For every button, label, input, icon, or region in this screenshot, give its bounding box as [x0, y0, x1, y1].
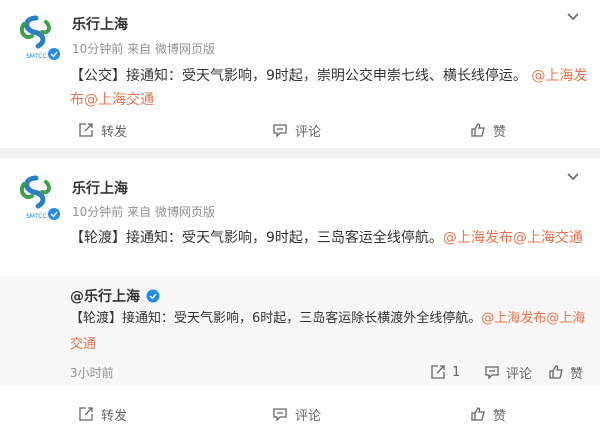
comment-icon — [485, 366, 499, 380]
chevron-down-icon[interactable] — [566, 170, 580, 184]
like-icon — [471, 407, 485, 421]
via-prefix: 来自 — [127, 205, 152, 219]
repost-button[interactable]: 转发 — [78, 120, 127, 140]
quoted-like-button[interactable]: 赞 — [548, 362, 583, 382]
comment-icon — [273, 408, 287, 422]
repost-icon — [79, 407, 93, 421]
quoted-like-label: 赞 — [570, 366, 584, 382]
via-prefix: 来自 — [127, 42, 152, 56]
quoted-author[interactable]: @乐行上海 — [70, 286, 160, 306]
avatar-text: SMTCC — [26, 53, 47, 60]
post-card: SMTCC 乐行上海 10分钟前 来自 微博网页版 【轮渡】接通知：受天气影响，… — [0, 158, 600, 428]
quoted-repost-count: 1 — [452, 364, 461, 380]
repost-icon — [79, 123, 93, 137]
verified-badge-icon — [146, 289, 160, 303]
chevron-down-icon[interactable] — [566, 10, 580, 24]
comment-button[interactable]: 评论 — [272, 120, 321, 140]
avatar[interactable]: SMTCC — [10, 10, 62, 62]
quoted-repost-button[interactable]: 1 — [430, 362, 460, 382]
via-source[interactable]: 微博网页版 — [155, 42, 215, 56]
post-card: SMTCC 乐行上海 10分钟前 来自 微博网页版 【公交】接通知：受天气影响，… — [0, 0, 600, 148]
like-label: 赞 — [493, 124, 507, 140]
post-meta: 10分钟前 来自 微博网页版 — [72, 40, 215, 57]
quoted-time[interactable]: 3小时前 — [70, 364, 114, 381]
quoted-author-name[interactable]: @乐行上海 — [70, 286, 140, 306]
repost-button[interactable]: 转发 — [78, 404, 127, 424]
post-text: 【轮渡】接通知：受天气影响，9时起，三岛客运全线停航。@上海发布@上海交通 — [70, 226, 588, 250]
verified-badge-icon — [48, 208, 60, 220]
verified-badge-icon — [48, 48, 60, 60]
quoted-comment-button[interactable]: 评论 — [484, 362, 532, 382]
avatar[interactable]: SMTCC — [10, 170, 62, 222]
avatar-text: SMTCC — [26, 213, 47, 220]
via-source[interactable]: 微博网页版 — [155, 205, 215, 219]
quoted-comment-label: 评论 — [506, 366, 533, 382]
like-button[interactable]: 赞 — [470, 120, 506, 140]
post-body: 【轮渡】接通知：受天气影响，9时起，三岛客运全线停航。 — [70, 230, 443, 246]
quoted-text: 【轮渡】接通知：受天气影响，6时起，三岛客运除长横渡外全线停航。@上海发布@上海… — [70, 306, 590, 358]
comment-icon — [273, 124, 287, 138]
comment-button[interactable]: 评论 — [272, 404, 321, 424]
post-body: 【公交】接通知：受天气影响，9时起，崇明公交申崇七线、横长线停运。 — [70, 68, 527, 84]
comment-label: 评论 — [295, 408, 322, 424]
post-meta: 10分钟前 来自 微博网页版 — [72, 203, 215, 220]
post-text: 【公交】接通知：受天气影响，9时起，崇明公交申崇七线、横长线停运。 @上海发布@… — [70, 64, 588, 112]
author-name[interactable]: 乐行上海 — [72, 178, 128, 198]
repost-label: 转发 — [101, 124, 128, 140]
like-label: 赞 — [493, 408, 507, 424]
like-icon — [471, 123, 485, 137]
mention-link[interactable]: @上海交通 — [513, 230, 583, 246]
author-name[interactable]: 乐行上海 — [72, 14, 128, 34]
mention-link[interactable]: @上海发布 — [443, 230, 513, 246]
repost-icon — [431, 365, 445, 379]
post-time[interactable]: 10分钟前 — [72, 205, 123, 219]
quoted-body: 【轮渡】接通知：受天气影响，6时起，三岛客运除长横渡外全线停航。 — [70, 311, 482, 326]
post-actions: 转发 评论 赞 — [0, 404, 600, 424]
like-button[interactable]: 赞 — [470, 404, 506, 424]
comment-label: 评论 — [295, 124, 322, 140]
mention-link[interactable]: @上海交通 — [84, 92, 154, 108]
mention-link[interactable]: @上海发布 — [481, 311, 546, 326]
like-icon — [549, 365, 563, 379]
quoted-post[interactable]: @乐行上海 【轮渡】接通知：受天气影响，6时起，三岛客运除长横渡外全线停航。@上… — [0, 276, 600, 386]
repost-label: 转发 — [101, 408, 128, 424]
post-actions: 转发 评论 赞 — [0, 120, 600, 140]
post-time[interactable]: 10分钟前 — [72, 42, 123, 56]
